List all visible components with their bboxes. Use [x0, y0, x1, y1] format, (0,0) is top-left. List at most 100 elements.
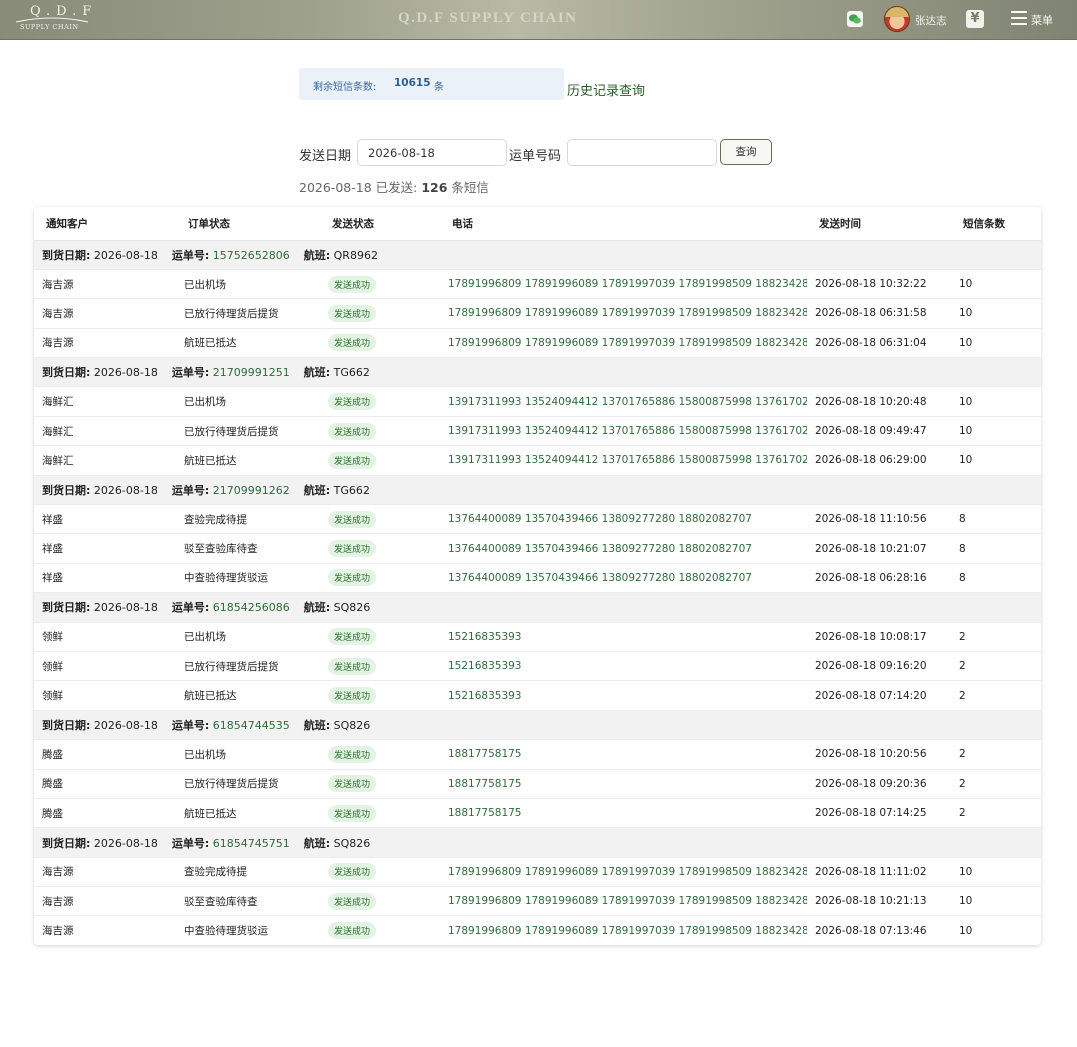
table-row[interactable]: 祥盛 中查验待理货驳运 发送成功 13764400089 13570439466 13… [34, 563, 1041, 594]
send-time-cell: 2026-08-18 07:13:46 [807, 915, 951, 945]
send-time-cell: 2026-08-18 10:20:56 [807, 739, 951, 770]
send-date-input[interactable] [357, 139, 507, 166]
group-header-cell: 到货日期: 2026-08-18 运单号: 61854745751 航班: SQ… [34, 827, 1041, 858]
waybill-label: 运单号: [171, 366, 210, 380]
table-row[interactable]: 领鲜 已出机场 发送成功 15216835393 2026-08-18 10:08:17… [34, 622, 1041, 652]
send-status-badge: 发送成功 [328, 334, 377, 352]
sms-count-cell: 10 [951, 298, 1041, 329]
table-row[interactable]: 海吉源 已放行待理货后提货 发送成功 17891996809 17891996089 … [34, 298, 1041, 329]
waybill-number[interactable]: 21709991262 [213, 484, 290, 497]
send-status-cell: 发送成功 [320, 651, 440, 682]
table-row[interactable]: 腾盛 已放行待理货后提货 发送成功 18817758175 2026-08-18 09:… [34, 769, 1041, 799]
customer-cell: 腾盛 [34, 739, 176, 770]
phone-cell: 17891996809 17891996089 17891997039 1789… [440, 328, 807, 359]
send-status-badge: 发送成功 [328, 804, 377, 822]
sms-count-cell: 8 [951, 563, 1041, 594]
send-status-cell: 发送成功 [320, 886, 440, 917]
send-status-cell: 发送成功 [320, 915, 440, 945]
hamburger-icon [1011, 11, 1027, 26]
company-logo[interactable]: Q.D.F SUPPLY CHAIN [14, 4, 91, 34]
waybill-number[interactable]: 61854744535 [213, 719, 290, 732]
order-status-cell: 航班已抵达 [176, 798, 320, 829]
group-header-cell: 到货日期: 2026-08-18 运单号: 61854744535 航班: SQ… [34, 710, 1041, 741]
send-status-cell: 发送成功 [320, 533, 440, 564]
sms-count-cell: 10 [951, 386, 1041, 417]
user-avatar[interactable] [884, 6, 910, 32]
header-customer: 通知客户 [34, 207, 176, 241]
table-row[interactable]: 海吉源 查验完成待提 发送成功 17891996809 17891996089 178… [34, 857, 1041, 888]
phone-cell: 13764400089 13570439466 13809277280 1880… [440, 533, 807, 564]
customer-cell: 祥盛 [34, 504, 176, 535]
send-time-cell: 2026-08-18 10:32:22 [807, 269, 951, 300]
header-phone: 电话 [440, 207, 807, 241]
arrival-date-label: 到货日期: [42, 601, 91, 615]
phone-cell: 13917311993 13524094412 13701765886 1580… [440, 386, 807, 417]
waybill-number[interactable]: 21709991251 [213, 366, 290, 379]
flight-label: 航班: [303, 248, 331, 262]
table-row[interactable]: 祥盛 驳至查验库待查 发送成功 13764400089 13570439466 138… [34, 533, 1041, 564]
sms-count-cell: 10 [951, 915, 1041, 945]
order-status-cell: 航班已抵达 [176, 680, 320, 711]
yen-icon[interactable]: ¥ [966, 10, 984, 28]
order-status-cell: 已放行待理货后提货 [176, 769, 320, 799]
user-name[interactable]: 张达志 [915, 13, 947, 28]
waybill-number[interactable]: 15752652806 [213, 249, 290, 262]
phone-cell: 17891996809 17891996089 17891997039 1789… [440, 886, 807, 917]
table-row[interactable]: 海吉源 中查验待理货驳运 发送成功 17891996809 17891996089 1… [34, 915, 1041, 945]
arrival-date-label: 到货日期: [42, 483, 91, 497]
summary-unit: 条短信 [451, 180, 489, 195]
send-time-cell: 2026-08-18 09:49:47 [807, 416, 951, 447]
sms-remain-label: 剩余短信条数: [313, 82, 377, 93]
arrival-date-label: 到货日期: [42, 718, 91, 732]
table-row[interactable]: 领鲜 航班已抵达 发送成功 15216835393 2026-08-18 07:14:2… [34, 680, 1041, 711]
send-status-cell: 发送成功 [320, 739, 440, 770]
arrival-date-label: 到货日期: [42, 366, 91, 380]
order-status-cell: 已放行待理货后提货 [176, 298, 320, 329]
table-row[interactable]: 海鲜汇 航班已抵达 发送成功 13917311993 13524094412 1370… [34, 445, 1041, 476]
order-status-cell: 查验完成待提 [176, 857, 320, 888]
table-row[interactable]: 祥盛 查验完成待提 发送成功 13764400089 13570439466 1380… [34, 504, 1041, 535]
sms-count-cell: 10 [951, 328, 1041, 359]
query-button[interactable]: 查询 [720, 139, 772, 165]
group-header-row: 到货日期: 2026-08-18 运单号: 61854745751 航班: SQ… [34, 827, 1041, 858]
group-header-row: 到货日期: 2026-08-18 运单号: 21709991262 航班: TG… [34, 475, 1041, 506]
table-row[interactable]: 海吉源 已出机场 发送成功 17891996809 17891996089 17891… [34, 269, 1041, 300]
table-row[interactable]: 领鲜 已放行待理货后提货 发送成功 15216835393 2026-08-18 09:… [34, 651, 1041, 682]
send-summary: 2026-08-18 已发送: 126 条短信 [299, 177, 489, 196]
phone-cell: 17891996809 17891996089 17891997039 1789… [440, 298, 807, 329]
send-status-cell: 发送成功 [320, 769, 440, 799]
table-row[interactable]: 腾盛 航班已抵达 发送成功 18817758175 2026-08-18 07:14:2… [34, 798, 1041, 829]
table-row[interactable]: 腾盛 已出机场 发送成功 18817758175 2026-08-18 10:20:56… [34, 739, 1041, 770]
send-time-cell: 2026-08-18 10:21:07 [807, 533, 951, 564]
header-order-status: 订单状态 [176, 207, 320, 241]
customer-cell: 海吉源 [34, 269, 176, 300]
waybill-label: 运单号: [171, 483, 210, 497]
phone-cell: 15216835393 [440, 680, 807, 711]
flight-label: 航班: [303, 483, 331, 497]
waybill-number[interactable]: 61854256086 [213, 601, 290, 614]
table-row[interactable]: 海吉源 航班已抵达 发送成功 17891996809 17891996089 1789… [34, 328, 1041, 359]
send-time-cell: 2026-08-18 09:20:36 [807, 769, 951, 799]
history-query-link[interactable]: 历史记录查询 [567, 80, 645, 99]
table-row[interactable]: 海鲜汇 已出机场 发送成功 13917311993 13524094412 13701… [34, 386, 1041, 417]
send-status-badge: 发送成功 [328, 304, 377, 322]
sms-remain-count: 10615 [394, 77, 431, 89]
order-status-cell: 航班已抵达 [176, 445, 320, 476]
wechat-icon[interactable] [847, 11, 863, 27]
sms-count-cell: 2 [951, 739, 1041, 770]
send-time-cell: 2026-08-18 06:31:04 [807, 328, 951, 359]
arrival-date: 2026-08-18 [93, 248, 158, 262]
table-row[interactable]: 海鲜汇 已放行待理货后提货 发送成功 13917311993 13524094412 … [34, 416, 1041, 447]
send-status-cell: 发送成功 [320, 680, 440, 711]
send-status-badge: 发送成功 [328, 569, 377, 587]
waybill-number[interactable]: 61854745751 [213, 837, 290, 850]
waybill-input[interactable] [567, 139, 717, 166]
logo-subtext: SUPPLY CHAIN [20, 23, 79, 31]
table-row[interactable]: 海吉源 驳至查验库待查 发送成功 17891996809 17891996089 17… [34, 886, 1041, 917]
summary-sent-label: 已发送: [375, 180, 418, 195]
send-time-cell: 2026-08-18 09:16:20 [807, 651, 951, 682]
arrival-date: 2026-08-18 [93, 718, 158, 732]
summary-date: 2026-08-18 [299, 180, 372, 195]
header-send-time: 发送时间 [807, 207, 951, 241]
summary-count: 126 [421, 180, 448, 195]
